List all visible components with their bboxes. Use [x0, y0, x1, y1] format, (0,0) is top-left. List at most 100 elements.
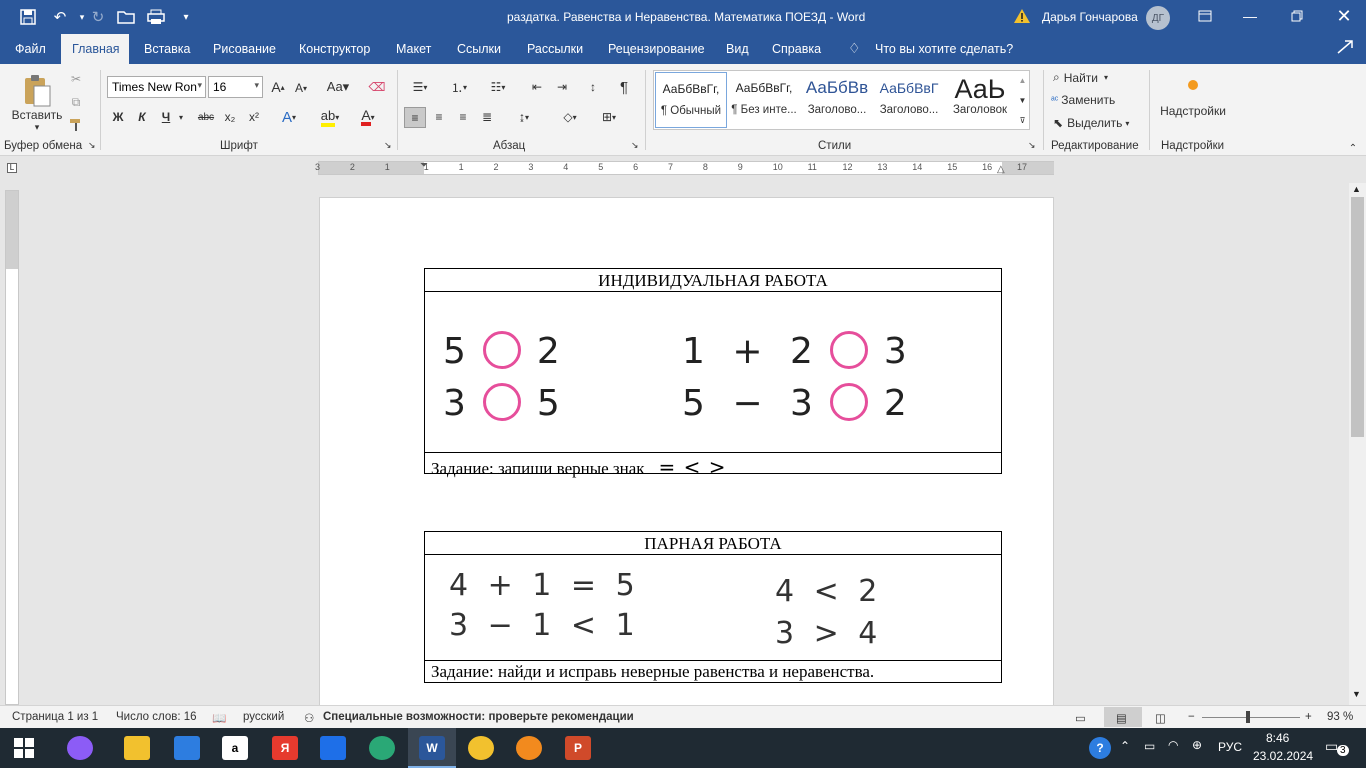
zoom-level[interactable]: 93 % [1327, 711, 1353, 723]
bold-button[interactable]: Ж [110, 108, 126, 126]
grow-font-icon[interactable]: A ▴ [270, 78, 286, 96]
font-size-combo[interactable]: 16 ▾ [208, 76, 263, 98]
open-folder-icon[interactable] [114, 6, 138, 28]
read-mode-icon[interactable]: ▭ [1075, 711, 1086, 725]
copy-icon[interactable]: ⧉ [66, 93, 86, 111]
numbering-icon[interactable]: ⒈ ▾ [444, 78, 474, 96]
font-name-combo[interactable]: Times New Ron ▾ [107, 76, 206, 98]
bullets-icon[interactable]: ☰ ▾ [406, 78, 434, 96]
italic-button[interactable]: К [134, 108, 150, 126]
first-line-indent-icon[interactable]: ⏷ [420, 160, 428, 171]
page-count[interactable]: Страница 1 из 1 [12, 711, 98, 723]
show-marks-icon[interactable]: ¶ [614, 78, 634, 96]
save-icon[interactable] [16, 6, 40, 28]
line-spacing-icon[interactable]: ↨ ▾ [509, 108, 539, 126]
tab-design[interactable]: Конструктор [299, 42, 370, 56]
accessibility-status[interactable]: Специальные возможности: проверьте реком… [323, 711, 634, 723]
answer-circle[interactable] [829, 331, 868, 369]
increase-indent-icon[interactable]: ⇥ [552, 78, 572, 96]
style-heading-1[interactable]: АаБбВв Заголово... [801, 72, 873, 128]
sort-icon[interactable]: ↕ [583, 78, 603, 96]
zoom-in-icon[interactable]: + [1305, 711, 1312, 723]
find-button[interactable]: ⌕ Найти ▾ [1053, 70, 1108, 85]
format-painter-icon[interactable] [66, 116, 86, 134]
wifi-icon[interactable]: ◠ [1168, 738, 1178, 752]
tab-help[interactable]: Справка [772, 42, 821, 56]
accessibility-icon[interactable]: ⚇ [304, 711, 314, 725]
restore-icon[interactable] [1283, 4, 1311, 28]
share-icon[interactable] [1336, 39, 1354, 58]
tab-layout[interactable]: Макет [396, 42, 431, 56]
style-normal[interactable]: АаБбВвГг, ¶ Обычный [655, 72, 727, 128]
battery-icon[interactable]: ▭ [1144, 739, 1155, 753]
word-count[interactable]: Число слов: 16 [116, 711, 197, 723]
font-launcher-icon[interactable]: ↘ [384, 140, 392, 151]
tab-insert[interactable]: Вставка [144, 42, 190, 56]
shrink-font-icon[interactable]: A ▾ [293, 80, 309, 96]
globe-icon[interactable]: ⊕ [1192, 738, 1202, 752]
zoom-out-icon[interactable]: − [1188, 711, 1195, 723]
styles-scroll-up-icon[interactable]: ▲ [1016, 71, 1029, 89]
collapse-ribbon-icon[interactable]: ⌃ [1346, 142, 1360, 154]
notifications-icon[interactable]: ▭ [1325, 738, 1338, 755]
right-indent-icon[interactable]: △ [997, 164, 1005, 175]
scroll-down-icon[interactable]: ▼ [1352, 689, 1361, 699]
tray-expand-icon[interactable]: ⌃ [1120, 739, 1130, 753]
zoom-slider[interactable] [1202, 717, 1300, 718]
tab-references[interactable]: Ссылки [457, 42, 501, 56]
style-title[interactable]: АаЬ Заголовок [944, 72, 1016, 128]
close-icon[interactable]: ✕ [1330, 4, 1358, 28]
answer-circle[interactable] [482, 331, 521, 369]
mail-icon[interactable] [174, 736, 200, 760]
windows-start-icon[interactable] [14, 738, 34, 761]
language[interactable]: русский [243, 711, 284, 723]
tab-view[interactable]: Вид [726, 42, 749, 56]
change-case-icon[interactable]: Aa▾ [324, 78, 352, 96]
borders-icon[interactable]: ⊞ ▾ [594, 108, 624, 126]
vertical-ruler[interactable] [5, 190, 19, 705]
text-effects-icon[interactable]: A ▾ [277, 108, 301, 126]
paste-button[interactable]: Вставить ▾ [10, 70, 64, 136]
tab-selector-icon[interactable]: L [7, 163, 17, 173]
clock-app-icon[interactable] [516, 736, 542, 760]
edge-icon[interactable] [369, 736, 395, 760]
paragraph-launcher-icon[interactable]: ↘ [631, 140, 639, 151]
underline-button[interactable]: Ч [158, 108, 174, 126]
powerpoint-icon[interactable]: P [565, 736, 591, 760]
tell-me-input[interactable]: Что вы хотите сделать? [875, 42, 1013, 56]
align-left-icon[interactable]: ≡ [404, 107, 426, 128]
clock-date[interactable]: 23.02.2024 [1253, 749, 1313, 763]
warning-icon[interactable] [1013, 8, 1031, 24]
multilevel-list-icon[interactable]: ☷ ▾ [483, 78, 513, 96]
scrollbar-thumb[interactable] [1351, 197, 1364, 437]
answer-circle[interactable] [482, 383, 521, 421]
yandex-browser-icon[interactable] [468, 736, 494, 760]
select-button[interactable]: ⬉ Выделить ▾ [1053, 116, 1129, 130]
tab-home[interactable]: Главная [72, 42, 120, 56]
highlight-icon[interactable]: ab ▾ [313, 108, 347, 127]
amazon-icon[interactable]: a [222, 736, 248, 760]
alice-icon[interactable] [67, 736, 93, 760]
replace-button[interactable]: ᵃᶜ Заменить [1051, 93, 1115, 107]
ribbon-display-icon[interactable] [1191, 4, 1219, 28]
style-no-spacing[interactable]: АаБбВвГг, ¶ Без инте... [728, 72, 800, 128]
styles-launcher-icon[interactable]: ↘ [1028, 140, 1036, 151]
clipboard-launcher-icon[interactable]: ↘ [88, 140, 96, 151]
cut-icon[interactable]: ✂ [66, 70, 86, 88]
shading-icon[interactable]: ◇ ▾ [555, 108, 585, 126]
undo-icon[interactable]: ↶ [48, 6, 72, 28]
document-page[interactable]: ИНДИВИДУАЛЬНАЯ РАБОТА 52 35 1 + 23 5 − 3… [319, 197, 1054, 717]
quick-print-icon[interactable] [144, 6, 168, 28]
strikethrough-button[interactable]: abc [196, 108, 216, 126]
tab-review[interactable]: Рецензирование [608, 42, 705, 56]
clear-format-icon[interactable]: ⌫ [368, 78, 386, 96]
font-color-icon[interactable]: A ▾ [353, 108, 383, 126]
justify-icon[interactable]: ≣ [477, 108, 497, 126]
tab-draw[interactable]: Рисование [213, 42, 276, 56]
align-center-icon[interactable]: ≡ [429, 108, 449, 126]
word-icon[interactable]: W [419, 736, 445, 760]
clock-time[interactable]: 8:46 [1266, 731, 1289, 745]
styles-scroll-down-icon[interactable]: ▼ [1016, 91, 1029, 109]
user-name[interactable]: Дарья Гончарова [1042, 10, 1138, 24]
tab-file[interactable]: Файл [15, 42, 46, 56]
